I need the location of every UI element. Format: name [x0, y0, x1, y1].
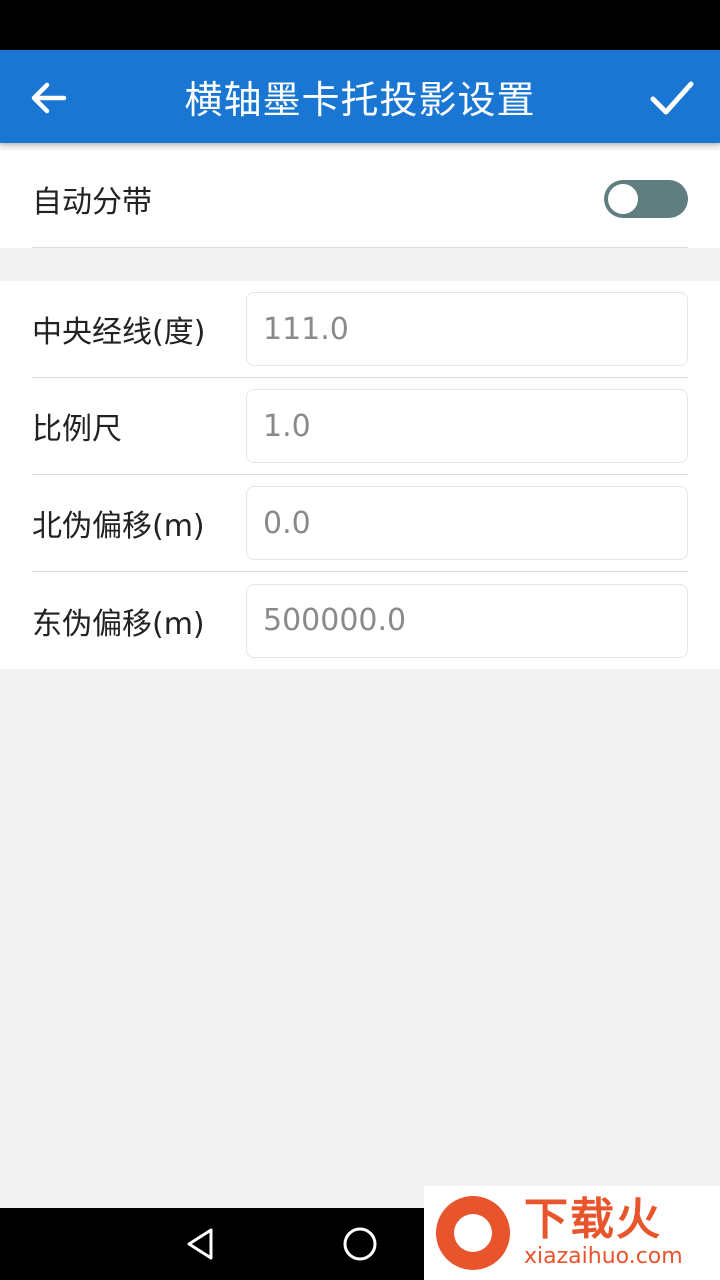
central-meridian-input[interactable]: 111.0 [246, 292, 688, 366]
false-northing-label: 北伪偏移(m) [32, 509, 205, 544]
watermark-brand-en: xiazaihuo.com [524, 1244, 683, 1269]
projection-form: 中央经线(度) 111.0 比例尺 1.0 北伪偏移(m) 0.0 东伪偏移(m… [0, 281, 720, 669]
nav-home-button[interactable] [342, 1226, 378, 1262]
app-bar: 横轴墨卡托投影设置 [0, 50, 720, 143]
watermark-brand-cn: 下载火 [524, 1194, 662, 1245]
checkmark-icon [650, 81, 694, 115]
false-northing-row: 北伪偏移(m) 0.0 [32, 475, 688, 572]
page-title: 横轴墨卡托投影设置 [184, 78, 536, 122]
nav-back-button[interactable] [182, 1226, 218, 1262]
watermark: 下载火 xiazaihuo.com [424, 1186, 720, 1280]
watermark-logo-icon [436, 1196, 510, 1270]
auto-zone-section: 自动分带 [0, 150, 720, 248]
arrow-left-icon [31, 82, 67, 114]
scale-factor-row: 比例尺 1.0 [32, 378, 688, 475]
back-button[interactable] [24, 74, 72, 122]
false-northing-input[interactable]: 0.0 [246, 486, 688, 560]
confirm-button[interactable] [646, 72, 698, 124]
auto-zone-label: 自动分带 [32, 184, 152, 220]
false-easting-label: 东伪偏移(m) [32, 606, 205, 642]
central-meridian-label: 中央经线(度) [32, 315, 206, 350]
scale-factor-input[interactable]: 1.0 [246, 389, 688, 463]
scale-factor-label: 比例尺 [32, 412, 122, 447]
toggle-knob [608, 183, 638, 214]
false-easting-row: 东伪偏移(m) 500000.0 [32, 572, 688, 669]
auto-zone-row: 自动分带 [32, 150, 688, 248]
false-easting-input[interactable]: 500000.0 [246, 583, 688, 658]
triangle-back-icon [187, 1228, 213, 1260]
status-bar [0, 0, 720, 50]
circle-home-icon [343, 1227, 377, 1261]
auto-zone-toggle[interactable] [604, 179, 688, 218]
central-meridian-row: 中央经线(度) 111.0 [32, 281, 688, 378]
